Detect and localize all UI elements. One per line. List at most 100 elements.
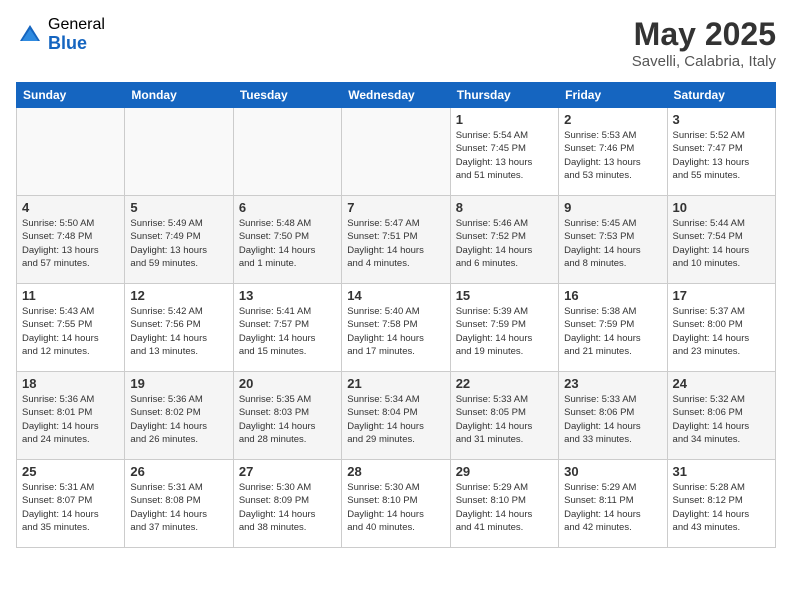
table-row: 15 Sunrise: 5:39 AM Sunset: 7:59 PM Dayli… — [450, 284, 558, 372]
day-number: 17 — [673, 288, 770, 303]
day-info: Sunrise: 5:33 AM Sunset: 8:06 PM Dayligh… — [564, 393, 661, 446]
table-row: 18 Sunrise: 5:36 AM Sunset: 8:01 PM Dayli… — [17, 372, 125, 460]
day-info: Sunrise: 5:54 AM Sunset: 7:45 PM Dayligh… — [456, 129, 553, 182]
day-info: Sunrise: 5:38 AM Sunset: 7:59 PM Dayligh… — [564, 305, 661, 358]
calendar-week-1: 1 Sunrise: 5:54 AM Sunset: 7:45 PM Daylig… — [17, 108, 776, 196]
day-number: 10 — [673, 200, 770, 215]
day-number: 30 — [564, 464, 661, 479]
day-number: 12 — [130, 288, 227, 303]
table-row: 2Sunrise: 5:53 AM Sunset: 7:46 PM Daylig… — [559, 108, 667, 196]
table-row: 7 Sunrise: 5:47 AM Sunset: 7:51 PM Daylig… — [342, 196, 450, 284]
table-row: 5Sunrise: 5:49 AM Sunset: 7:49 PM Daylig… — [125, 196, 233, 284]
table-row: 31 Sunrise: 5:28 AM Sunset: 8:12 PM Dayli… — [667, 460, 775, 548]
col-saturday: Saturday — [667, 83, 775, 108]
table-row: 26 Sunrise: 5:31 AM Sunset: 8:08 PM Dayli… — [125, 460, 233, 548]
calendar-week-3: 11Sunrise: 5:43 AM Sunset: 7:55 PM Dayli… — [17, 284, 776, 372]
day-number: 31 — [673, 464, 770, 479]
day-info: Sunrise: 5:52 AM Sunset: 7:47 PM Dayligh… — [673, 129, 770, 182]
day-number: 11 — [22, 288, 119, 303]
title-block: May 2025 Savelli, Calabria, Italy — [632, 16, 776, 70]
day-info: Sunrise: 5:48 AM Sunset: 7:50 PM Dayligh… — [239, 217, 336, 270]
table-row: 17Sunrise: 5:37 AM Sunset: 8:00 PM Dayli… — [667, 284, 775, 372]
day-number: 19 — [130, 376, 227, 391]
day-number: 5 — [130, 200, 227, 215]
table-row — [125, 108, 233, 196]
logo-general: General — [48, 16, 105, 34]
day-info: Sunrise: 5:28 AM Sunset: 8:12 PM Dayligh… — [673, 481, 770, 534]
day-info: Sunrise: 5:53 AM Sunset: 7:46 PM Dayligh… — [564, 129, 661, 182]
day-info: Sunrise: 5:36 AM Sunset: 8:02 PM Dayligh… — [130, 393, 227, 446]
day-number: 4 — [22, 200, 119, 215]
calendar-week-5: 25Sunrise: 5:31 AM Sunset: 8:07 PM Dayli… — [17, 460, 776, 548]
day-info: Sunrise: 5:36 AM Sunset: 8:01 PM Dayligh… — [22, 393, 119, 446]
day-number: 16 — [564, 288, 661, 303]
day-info: Sunrise: 5:44 AM Sunset: 7:54 PM Dayligh… — [673, 217, 770, 270]
day-info: Sunrise: 5:47 AM Sunset: 7:51 PM Dayligh… — [347, 217, 444, 270]
day-number: 28 — [347, 464, 444, 479]
day-info: Sunrise: 5:31 AM Sunset: 8:08 PM Dayligh… — [130, 481, 227, 534]
day-number: 15 — [456, 288, 553, 303]
table-row: 27 Sunrise: 5:30 AM Sunset: 8:09 PM Dayli… — [233, 460, 341, 548]
table-row: 20 Sunrise: 5:35 AM Sunset: 8:03 PM Dayli… — [233, 372, 341, 460]
day-number: 13 — [239, 288, 336, 303]
day-info: Sunrise: 5:40 AM Sunset: 7:58 PM Dayligh… — [347, 305, 444, 358]
day-number: 18 — [22, 376, 119, 391]
table-row: 13 Sunrise: 5:41 AM Sunset: 7:57 PM Dayli… — [233, 284, 341, 372]
table-row: 6 Sunrise: 5:48 AM Sunset: 7:50 PM Daylig… — [233, 196, 341, 284]
day-info: Sunrise: 5:35 AM Sunset: 8:03 PM Dayligh… — [239, 393, 336, 446]
day-number: 29 — [456, 464, 553, 479]
table-row: 4 Sunrise: 5:50 AM Sunset: 7:48 PM Daylig… — [17, 196, 125, 284]
calendar-subtitle: Savelli, Calabria, Italy — [632, 53, 776, 70]
day-number: 7 — [347, 200, 444, 215]
day-number: 8 — [456, 200, 553, 215]
calendar-table: Sunday Monday Tuesday Wednesday Thursday… — [16, 82, 776, 548]
calendar-week-2: 4 Sunrise: 5:50 AM Sunset: 7:48 PM Daylig… — [17, 196, 776, 284]
table-row: 1 Sunrise: 5:54 AM Sunset: 7:45 PM Daylig… — [450, 108, 558, 196]
day-info: Sunrise: 5:45 AM Sunset: 7:53 PM Dayligh… — [564, 217, 661, 270]
day-number: 1 — [456, 112, 553, 127]
day-info: Sunrise: 5:50 AM Sunset: 7:48 PM Dayligh… — [22, 217, 119, 270]
table-row: 21 Sunrise: 5:34 AM Sunset: 8:04 PM Dayli… — [342, 372, 450, 460]
table-row: 11Sunrise: 5:43 AM Sunset: 7:55 PM Dayli… — [17, 284, 125, 372]
day-number: 6 — [239, 200, 336, 215]
page-container: General Blue May 2025 Savelli, Calabria,… — [16, 16, 776, 548]
table-row: 9Sunrise: 5:45 AM Sunset: 7:53 PM Daylig… — [559, 196, 667, 284]
table-row: 3 Sunrise: 5:52 AM Sunset: 7:47 PM Daylig… — [667, 108, 775, 196]
calendar-title: May 2025 — [632, 16, 776, 53]
logo: General Blue — [16, 16, 105, 53]
calendar-week-4: 18 Sunrise: 5:36 AM Sunset: 8:01 PM Dayli… — [17, 372, 776, 460]
day-number: 26 — [130, 464, 227, 479]
table-row: 23Sunrise: 5:33 AM Sunset: 8:06 PM Dayli… — [559, 372, 667, 460]
day-info: Sunrise: 5:42 AM Sunset: 7:56 PM Dayligh… — [130, 305, 227, 358]
table-row: 12 Sunrise: 5:42 AM Sunset: 7:56 PM Dayli… — [125, 284, 233, 372]
logo-icon — [16, 21, 44, 49]
table-row — [342, 108, 450, 196]
day-info: Sunrise: 5:41 AM Sunset: 7:57 PM Dayligh… — [239, 305, 336, 358]
day-info: Sunrise: 5:34 AM Sunset: 8:04 PM Dayligh… — [347, 393, 444, 446]
day-info: Sunrise: 5:29 AM Sunset: 8:10 PM Dayligh… — [456, 481, 553, 534]
day-number: 14 — [347, 288, 444, 303]
day-info: Sunrise: 5:30 AM Sunset: 8:09 PM Dayligh… — [239, 481, 336, 534]
table-row: 19 Sunrise: 5:36 AM Sunset: 8:02 PM Dayli… — [125, 372, 233, 460]
table-row: 8Sunrise: 5:46 AM Sunset: 7:52 PM Daylig… — [450, 196, 558, 284]
day-info: Sunrise: 5:39 AM Sunset: 7:59 PM Dayligh… — [456, 305, 553, 358]
col-monday: Monday — [125, 83, 233, 108]
day-number: 3 — [673, 112, 770, 127]
table-row: 16 Sunrise: 5:38 AM Sunset: 7:59 PM Dayli… — [559, 284, 667, 372]
table-row — [233, 108, 341, 196]
day-info: Sunrise: 5:29 AM Sunset: 8:11 PM Dayligh… — [564, 481, 661, 534]
day-info: Sunrise: 5:31 AM Sunset: 8:07 PM Dayligh… — [22, 481, 119, 534]
day-info: Sunrise: 5:30 AM Sunset: 8:10 PM Dayligh… — [347, 481, 444, 534]
table-row: 14 Sunrise: 5:40 AM Sunset: 7:58 PM Dayli… — [342, 284, 450, 372]
col-friday: Friday — [559, 83, 667, 108]
header-row: Sunday Monday Tuesday Wednesday Thursday… — [17, 83, 776, 108]
day-number: 20 — [239, 376, 336, 391]
table-row: 10 Sunrise: 5:44 AM Sunset: 7:54 PM Dayli… — [667, 196, 775, 284]
table-row: 30 Sunrise: 5:29 AM Sunset: 8:11 PM Dayli… — [559, 460, 667, 548]
day-number: 21 — [347, 376, 444, 391]
table-row: 25Sunrise: 5:31 AM Sunset: 8:07 PM Dayli… — [17, 460, 125, 548]
col-wednesday: Wednesday — [342, 83, 450, 108]
header: General Blue May 2025 Savelli, Calabria,… — [16, 16, 776, 70]
day-number: 24 — [673, 376, 770, 391]
day-number: 27 — [239, 464, 336, 479]
